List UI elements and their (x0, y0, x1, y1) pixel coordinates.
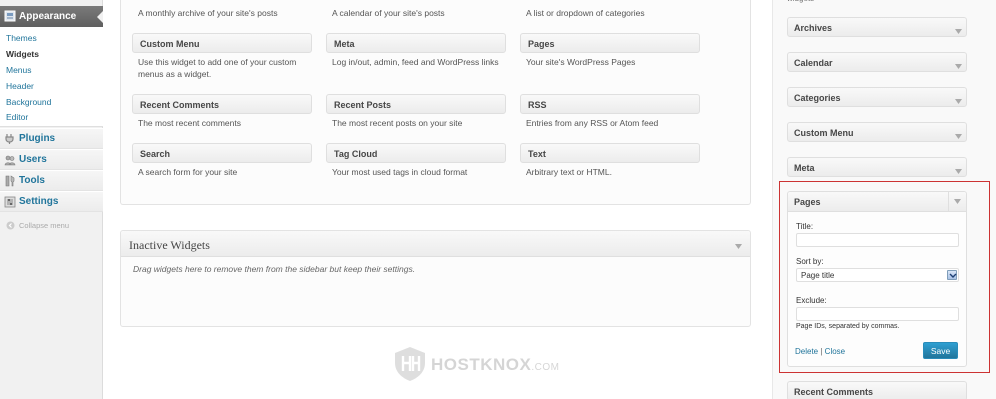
collapse-menu-label: Collapse menu (19, 221, 70, 230)
chevron-down-icon[interactable] (947, 270, 957, 280)
delete-link[interactable]: Delete (795, 347, 818, 356)
sortby-field-label: Sort by: (796, 257, 824, 266)
sidebar-widget-title: Archives (794, 23, 833, 33)
widget-description: A calendar of your site's posts (332, 8, 445, 18)
close-link[interactable]: Close (825, 347, 845, 356)
submenu-item-menus[interactable]: Menus (6, 65, 32, 75)
collapse-icon (6, 221, 15, 230)
menu-item-label: Tools (19, 175, 45, 186)
pages-widget-header[interactable]: Pages (788, 192, 966, 212)
sidebar-description: widgets (787, 0, 814, 3)
chevron-down-icon[interactable] (955, 131, 962, 139)
sidebar-widget-meta[interactable]: Meta (787, 157, 967, 177)
widget-recent-posts[interactable]: Recent Posts (326, 94, 506, 114)
widget-meta[interactable]: Meta (326, 33, 506, 53)
collapse-menu-button[interactable]: Collapse menu (0, 218, 103, 234)
widget-tag-cloud[interactable]: Tag Cloud (326, 143, 506, 163)
inactive-widgets-title: Inactive Widgets (129, 238, 210, 252)
menu-item-label: Appearance (19, 11, 77, 22)
widget-rss[interactable]: RSS (520, 94, 700, 114)
watermark-text: HOSTKNOX.COM (431, 355, 559, 375)
widget-description: The most recent comments (138, 118, 241, 128)
menu-item-plugins[interactable]: Plugins (0, 128, 103, 149)
chevron-down-icon[interactable] (955, 26, 962, 34)
widget-recent-comments[interactable]: Recent Comments (132, 94, 312, 114)
widget-description: Your most used tags in cloud format (332, 167, 468, 177)
widget-search[interactable]: Search (132, 143, 312, 163)
sidebar-widget-title: Meta (794, 163, 815, 173)
pages-widget-title: Pages (794, 197, 821, 207)
widget-control-links: Delete | Close (795, 347, 845, 356)
appearance-submenu: Themes Widgets Menus Header Background E… (0, 27, 103, 127)
submenu-item-background[interactable]: Background (6, 97, 51, 107)
widget-description: Entries from any RSS or Atom feed (526, 118, 659, 128)
widget-text[interactable]: Text (520, 143, 700, 163)
submenu-item-header[interactable]: Header (6, 81, 34, 91)
chevron-down-icon[interactable] (955, 166, 962, 174)
sidebar-widget-title: Recent Comments (794, 387, 874, 397)
widget-description: A monthly archive of your site's posts (138, 8, 278, 18)
users-icon (4, 154, 16, 166)
widget-description: A list or dropdown of categories (526, 8, 645, 18)
menu-item-users[interactable]: Users (0, 149, 103, 170)
current-menu-arrow (97, 11, 103, 23)
tools-icon (4, 175, 16, 187)
link-separator: | (820, 347, 823, 356)
pages-widget-toggle[interactable] (948, 192, 966, 212)
widget-custom-menu[interactable]: Custom Menu (132, 33, 312, 53)
sortby-selected-value: Page title (801, 271, 835, 280)
sidebar-widget-title: Calendar (794, 58, 833, 68)
hostknox-watermark: HOSTKNOX.COM (393, 346, 605, 382)
exclude-field-label: Exclude: (796, 296, 827, 305)
widget-pages[interactable]: Pages (520, 33, 700, 53)
menu-item-label: Users (19, 154, 47, 165)
widget-description: Your site's WordPress Pages (526, 57, 636, 67)
exclude-help-text: Page IDs, separated by commas. (796, 323, 900, 330)
inactive-widgets-description: Drag widgets here to remove them from th… (133, 264, 416, 274)
menu-item-settings[interactable]: Settings (0, 191, 103, 212)
submenu-item-themes[interactable]: Themes (6, 33, 37, 43)
inactive-widgets-header[interactable]: Inactive Widgets (121, 231, 750, 257)
widget-description: Use this widget to add one of your custo… (138, 57, 297, 79)
widget-description: The most recent posts on your site (332, 118, 463, 128)
menu-item-label: Plugins (19, 133, 56, 144)
sidebar-widget-title: Categories (794, 93, 841, 103)
chevron-down-icon (954, 199, 961, 204)
watermark-name: HOSTKNOX (431, 355, 532, 374)
sidebar-widget-recent-comments[interactable]: Recent Comments (787, 381, 967, 399)
sortby-select[interactable]: Page title (796, 268, 959, 282)
plugins-icon (4, 133, 16, 145)
sidebar-widget-categories[interactable]: Categories (787, 87, 967, 107)
chevron-down-icon[interactable] (955, 96, 962, 104)
chevron-down-icon[interactable] (735, 241, 742, 249)
sidebar-widget-archives[interactable]: Archives (787, 17, 967, 37)
widget-description: Log in/out, admin, feed and WordPress li… (332, 57, 499, 67)
appearance-icon (4, 10, 16, 22)
watermark-tld: .COM (531, 362, 560, 373)
settings-icon (4, 196, 16, 208)
widget-description: Arbitrary text or HTML. (526, 167, 612, 177)
available-widgets-panel: A monthly archive of your site's posts A… (120, 0, 751, 205)
widget-description: A search form for your site (138, 167, 238, 177)
sidebar-widget-calendar[interactable]: Calendar (787, 52, 967, 72)
menu-item-tools[interactable]: Tools (0, 170, 103, 191)
inactive-widgets-panel[interactable]: Inactive Widgets Drag widgets here to re… (120, 230, 751, 327)
sidebar-widget-custom-menu[interactable]: Custom Menu (787, 122, 967, 142)
submenu-item-widgets[interactable]: Widgets (6, 49, 39, 59)
save-button[interactable]: Save (923, 342, 958, 359)
submenu-item-editor[interactable]: Editor (6, 112, 28, 122)
sidebar-widget-title: Custom Menu (794, 128, 854, 138)
watermark-logo-icon (393, 346, 427, 384)
sidebar-widget-pages-expanded[interactable]: Pages Title: Sort by: Page title Exclude… (787, 191, 967, 367)
admin-menu: Appearance Themes Widgets Menus Header B… (0, 0, 103, 399)
exclude-input[interactable] (796, 307, 959, 321)
menu-item-label: Settings (19, 196, 59, 207)
menu-item-appearance[interactable]: Appearance (0, 6, 103, 27)
chevron-down-icon[interactable] (955, 61, 962, 69)
title-input[interactable] (796, 233, 959, 247)
title-field-label: Title: (796, 222, 814, 231)
